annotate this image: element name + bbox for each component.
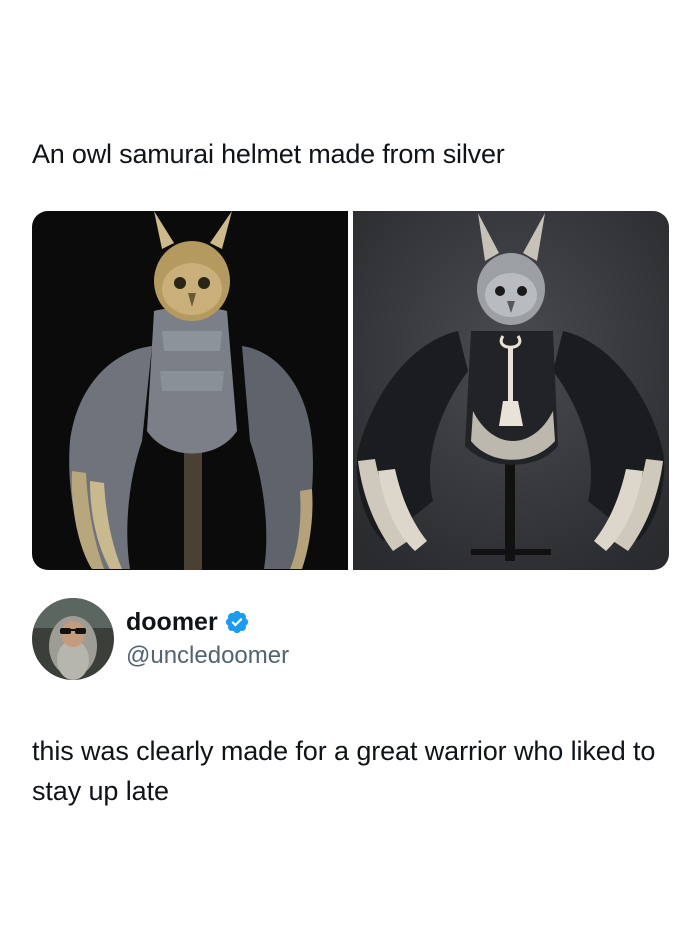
display-name[interactable]: doomer <box>126 606 218 638</box>
post-caption: An owl samurai helmet made from silver <box>32 139 505 169</box>
owl-armor-gray-photo[interactable] <box>353 211 669 570</box>
author-block[interactable]: doomer @uncledoomer <box>32 598 289 680</box>
owl-armor-dark-photo[interactable] <box>32 211 348 570</box>
user-handle[interactable]: @uncledoomer <box>126 640 289 672</box>
verified-badge-icon <box>225 610 248 634</box>
avatar[interactable] <box>32 598 114 680</box>
media-grid[interactable] <box>32 211 669 570</box>
tweet-text: this was clearly made for a great warrio… <box>32 736 656 806</box>
